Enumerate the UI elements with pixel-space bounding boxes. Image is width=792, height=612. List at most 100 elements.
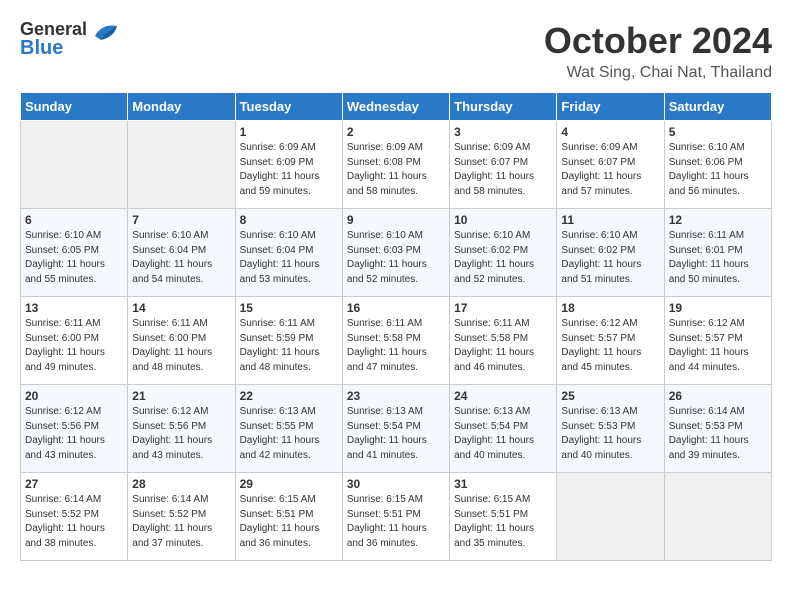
calendar-cell: 3Sunrise: 6:09 AMSunset: 6:07 PMDaylight… xyxy=(450,121,557,209)
calendar-cell: 25Sunrise: 6:13 AMSunset: 5:53 PMDayligh… xyxy=(557,385,664,473)
calendar-cell: 11 Sunrise: 6:10 AMSunset: 6:02 PMDayligh… xyxy=(557,209,664,297)
calendar-cell: 16 Sunrise: 6:11 AMSunset: 5:58 PMDayligh… xyxy=(342,297,449,385)
calendar-cell: 30 Sunrise: 6:15 AMSunset: 5:51 PMDayligh… xyxy=(342,473,449,561)
day-info: Sunrise: 6:10 AMSunset: 6:02 PMDaylight:… xyxy=(454,229,552,287)
calendar-cell: 21Sunrise: 6:12 AMSunset: 5:56 PMDayligh… xyxy=(128,385,235,473)
day-header-thursday: Thursday xyxy=(450,93,557,121)
day-number: 1 xyxy=(240,125,338,139)
day-number: 8 xyxy=(240,213,338,227)
day-info: Sunrise: 6:13 AMSunset: 5:55 PMDaylight:… xyxy=(240,405,338,463)
calendar-cell: 14 Sunrise: 6:11 AMSunset: 6:00 PMDayligh… xyxy=(128,297,235,385)
day-number: 26 xyxy=(669,389,767,403)
calendar-cell: 4 Sunrise: 6:09 AMSunset: 6:07 PMDaylight… xyxy=(557,121,664,209)
calendar-cell: 12 Sunrise: 6:11 AMSunset: 6:01 PMDayligh… xyxy=(664,209,771,297)
calendar-cell: 20 Sunrise: 6:12 AMSunset: 5:56 PMDayligh… xyxy=(21,385,128,473)
calendar-cell: 9Sunrise: 6:10 AMSunset: 6:03 PMDaylight… xyxy=(342,209,449,297)
day-info: Sunrise: 6:09 AMSunset: 6:07 PMDaylight:… xyxy=(454,141,552,199)
day-number: 15 xyxy=(240,301,338,315)
day-header-monday: Monday xyxy=(128,93,235,121)
day-info: Sunrise: 6:11 AMSunset: 5:58 PMDaylight:… xyxy=(454,317,552,375)
day-info: Sunrise: 6:12 AMSunset: 5:56 PMDaylight:… xyxy=(25,405,123,463)
day-number: 23 xyxy=(347,389,445,403)
day-number: 12 xyxy=(669,213,767,227)
day-info: Sunrise: 6:10 AMSunset: 6:04 PMDaylight:… xyxy=(132,229,230,287)
calendar-header-row: SundayMondayTuesdayWednesdayThursdayFrid… xyxy=(21,93,772,121)
day-number: 7 xyxy=(132,213,230,227)
calendar-cell: 19Sunrise: 6:12 AMSunset: 5:57 PMDayligh… xyxy=(664,297,771,385)
calendar-cell: 13 Sunrise: 6:11 AMSunset: 6:00 PMDayligh… xyxy=(21,297,128,385)
day-info: Sunrise: 6:09 AMSunset: 6:08 PMDaylight:… xyxy=(347,141,445,199)
week-row-3: 13 Sunrise: 6:11 AMSunset: 6:00 PMDayligh… xyxy=(21,297,772,385)
calendar-cell: 18 Sunrise: 6:12 AMSunset: 5:57 PMDayligh… xyxy=(557,297,664,385)
day-number: 18 xyxy=(561,301,659,315)
calendar-cell: 27Sunrise: 6:14 AMSunset: 5:52 PMDayligh… xyxy=(21,473,128,561)
day-number: 4 xyxy=(561,125,659,139)
day-info: Sunrise: 6:12 AMSunset: 5:57 PMDaylight:… xyxy=(669,317,767,375)
day-info: Sunrise: 6:15 AMSunset: 5:51 PMDaylight:… xyxy=(347,493,445,551)
day-info: Sunrise: 6:10 AMSunset: 6:05 PMDaylight:… xyxy=(25,229,123,287)
day-number: 10 xyxy=(454,213,552,227)
calendar-cell: 26 Sunrise: 6:14 AMSunset: 5:53 PMDayligh… xyxy=(664,385,771,473)
title-block: October 2024 Wat Sing, Chai Nat, Thailan… xyxy=(544,20,772,82)
logo: General Blue xyxy=(20,20,119,58)
calendar-cell: 10 Sunrise: 6:10 AMSunset: 6:02 PMDayligh… xyxy=(450,209,557,297)
calendar-cell: 29 Sunrise: 6:15 AMSunset: 5:51 PMDayligh… xyxy=(235,473,342,561)
day-number: 6 xyxy=(25,213,123,227)
day-number: 29 xyxy=(240,477,338,491)
day-info: Sunrise: 6:11 AMSunset: 5:58 PMDaylight:… xyxy=(347,317,445,375)
day-info: Sunrise: 6:13 AMSunset: 5:54 PMDaylight:… xyxy=(454,405,552,463)
calendar-cell: 15 Sunrise: 6:11 AMSunset: 5:59 PMDayligh… xyxy=(235,297,342,385)
calendar-cell: 5 Sunrise: 6:10 AMSunset: 6:06 PMDaylight… xyxy=(664,121,771,209)
calendar-cell: 8Sunrise: 6:10 AMSunset: 6:04 PMDaylight… xyxy=(235,209,342,297)
logo-bird-icon xyxy=(91,22,119,49)
calendar-cell: 7 Sunrise: 6:10 AMSunset: 6:04 PMDaylight… xyxy=(128,209,235,297)
day-number: 14 xyxy=(132,301,230,315)
day-info: Sunrise: 6:10 AMSunset: 6:06 PMDaylight:… xyxy=(669,141,767,199)
day-info: Sunrise: 6:11 AMSunset: 5:59 PMDaylight:… xyxy=(240,317,338,375)
calendar-cell: 28 Sunrise: 6:14 AMSunset: 5:52 PMDayligh… xyxy=(128,473,235,561)
day-info: Sunrise: 6:11 AMSunset: 6:01 PMDaylight:… xyxy=(669,229,767,287)
day-info: Sunrise: 6:10 AMSunset: 6:02 PMDaylight:… xyxy=(561,229,659,287)
day-number: 22 xyxy=(240,389,338,403)
day-header-saturday: Saturday xyxy=(664,93,771,121)
day-number: 24 xyxy=(454,389,552,403)
day-info: Sunrise: 6:15 AMSunset: 5:51 PMDaylight:… xyxy=(240,493,338,551)
location-title: Wat Sing, Chai Nat, Thailand xyxy=(544,64,772,82)
calendar-cell xyxy=(128,121,235,209)
logo-general: General xyxy=(20,20,87,38)
day-info: Sunrise: 6:15 AMSunset: 5:51 PMDaylight:… xyxy=(454,493,552,551)
day-number: 13 xyxy=(25,301,123,315)
day-info: Sunrise: 6:14 AMSunset: 5:52 PMDaylight:… xyxy=(132,493,230,551)
day-number: 11 xyxy=(561,213,659,227)
day-number: 16 xyxy=(347,301,445,315)
day-info: Sunrise: 6:11 AMSunset: 6:00 PMDaylight:… xyxy=(132,317,230,375)
logo-blue: Blue xyxy=(20,38,87,58)
calendar-body: 1Sunrise: 6:09 AMSunset: 6:09 PMDaylight… xyxy=(21,121,772,561)
calendar-cell: 23Sunrise: 6:13 AMSunset: 5:54 PMDayligh… xyxy=(342,385,449,473)
day-header-tuesday: Tuesday xyxy=(235,93,342,121)
day-header-friday: Friday xyxy=(557,93,664,121)
day-number: 31 xyxy=(454,477,552,491)
day-number: 27 xyxy=(25,477,123,491)
day-info: Sunrise: 6:11 AMSunset: 6:00 PMDaylight:… xyxy=(25,317,123,375)
calendar-cell: 31 Sunrise: 6:15 AMSunset: 5:51 PMDayligh… xyxy=(450,473,557,561)
day-number: 21 xyxy=(132,389,230,403)
day-info: Sunrise: 6:13 AMSunset: 5:53 PMDaylight:… xyxy=(561,405,659,463)
day-info: Sunrise: 6:12 AMSunset: 5:57 PMDaylight:… xyxy=(561,317,659,375)
week-row-2: 6 Sunrise: 6:10 AMSunset: 6:05 PMDaylight… xyxy=(21,209,772,297)
day-info: Sunrise: 6:09 AMSunset: 6:07 PMDaylight:… xyxy=(561,141,659,199)
day-number: 5 xyxy=(669,125,767,139)
calendar-cell: 17Sunrise: 6:11 AMSunset: 5:58 PMDayligh… xyxy=(450,297,557,385)
day-number: 20 xyxy=(25,389,123,403)
day-header-sunday: Sunday xyxy=(21,93,128,121)
week-row-4: 20 Sunrise: 6:12 AMSunset: 5:56 PMDayligh… xyxy=(21,385,772,473)
calendar-cell xyxy=(664,473,771,561)
month-title: October 2024 xyxy=(544,20,772,62)
day-number: 30 xyxy=(347,477,445,491)
calendar-table: SundayMondayTuesdayWednesdayThursdayFrid… xyxy=(20,92,772,561)
day-number: 28 xyxy=(132,477,230,491)
calendar-cell xyxy=(21,121,128,209)
day-info: Sunrise: 6:14 AMSunset: 5:53 PMDaylight:… xyxy=(669,405,767,463)
week-row-5: 27 Sunrise: 6:14 AMSunset: 5:52 PMDayligh… xyxy=(21,473,772,561)
day-number: 2 xyxy=(347,125,445,139)
